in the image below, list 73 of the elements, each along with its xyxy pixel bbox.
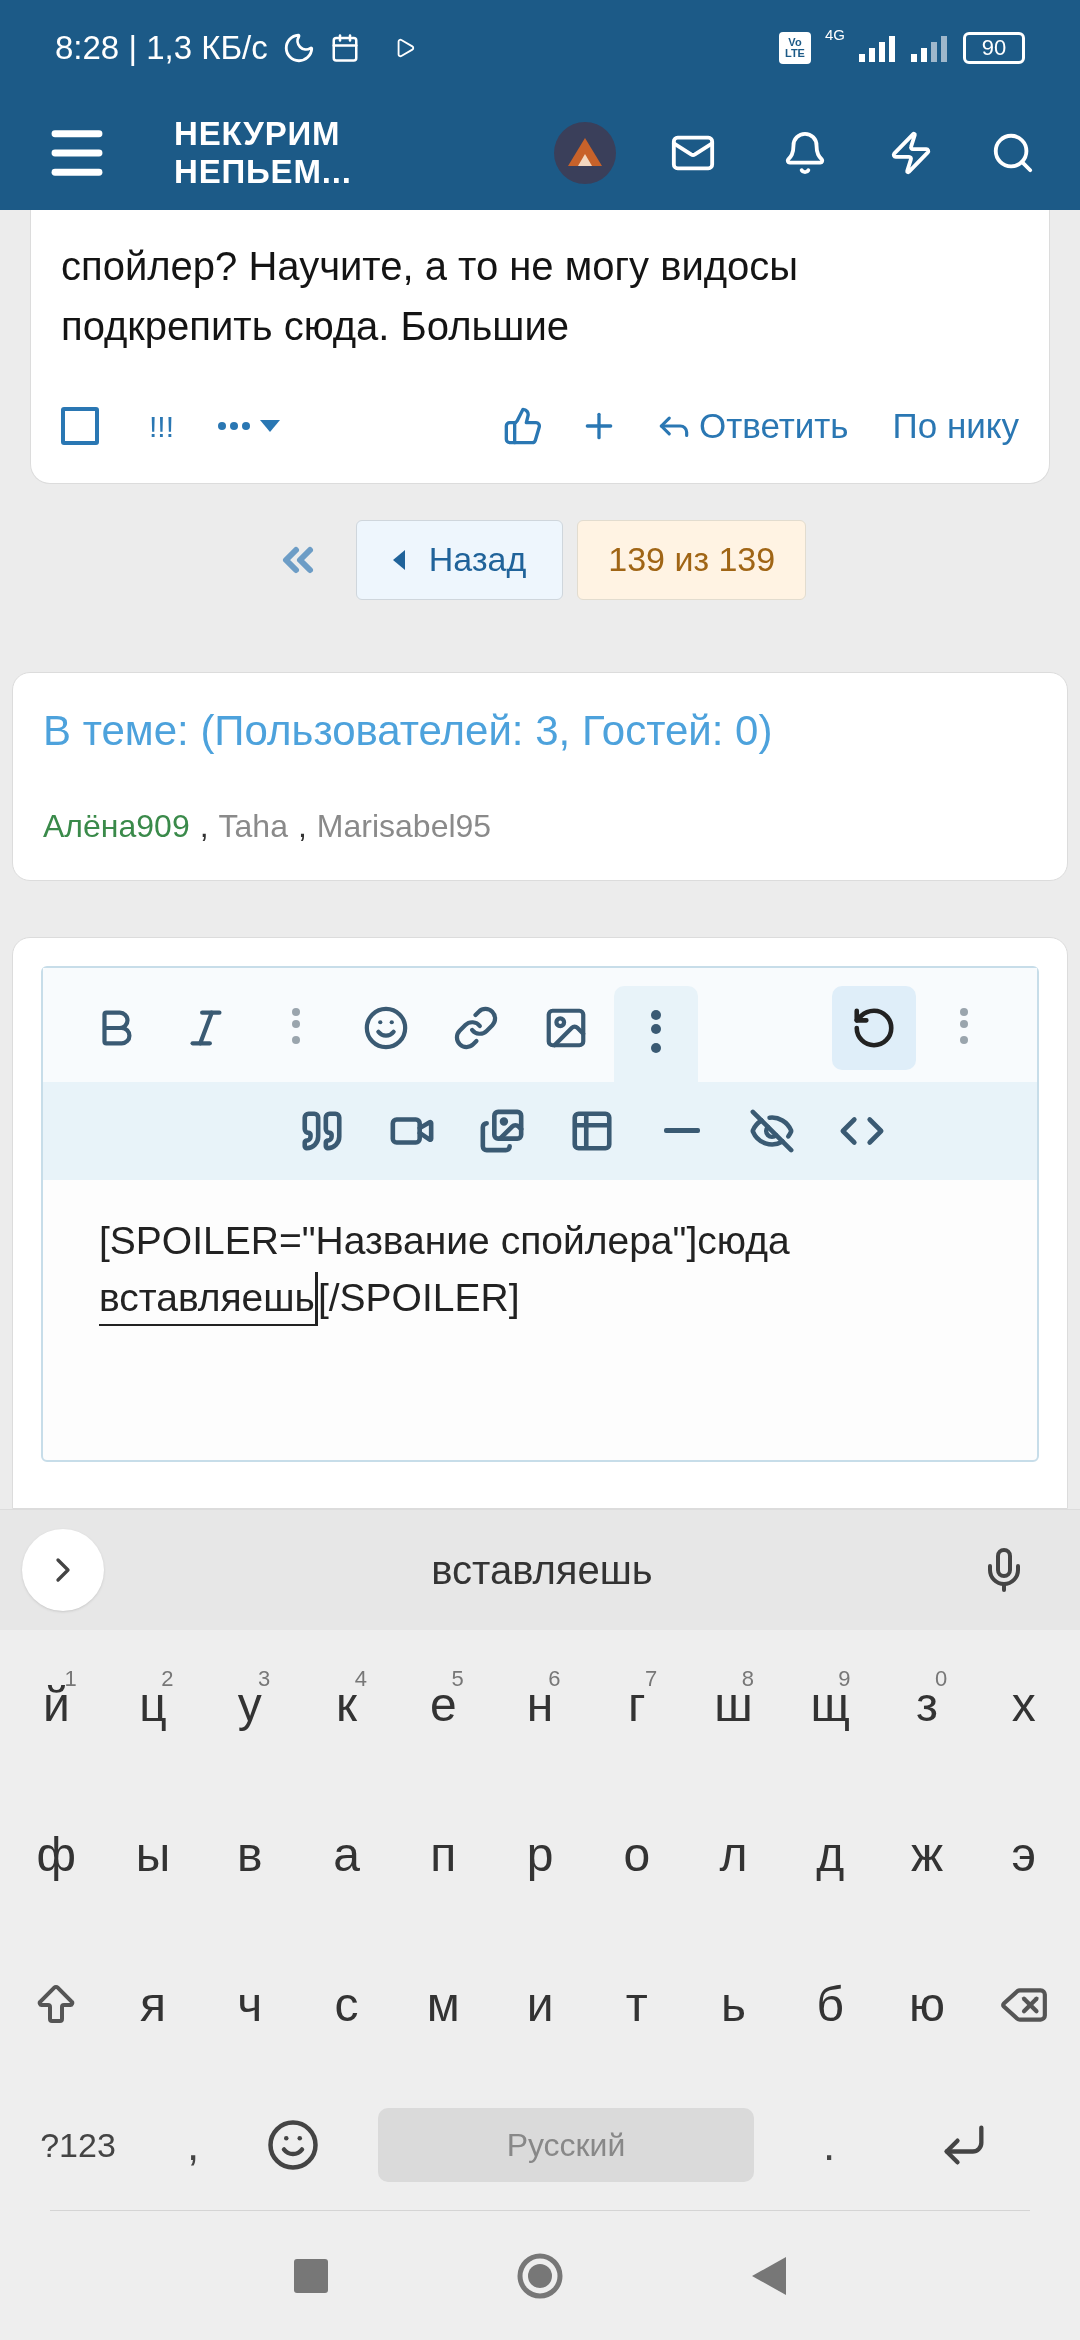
keyboard-key[interactable]: д bbox=[781, 1790, 879, 1920]
key-hint: 4 bbox=[354, 1665, 367, 1693]
keyboard-key[interactable]: ь bbox=[685, 1940, 782, 2070]
keyboard-key[interactable]: и bbox=[491, 1940, 589, 2070]
keyboard-key[interactable]: б bbox=[781, 1940, 879, 2070]
page-indicator: 139 из 139 bbox=[577, 519, 807, 600]
post-text-line: спойлер? Научите, а то не могу видосы bbox=[61, 243, 800, 290]
composing-word: вставляешь bbox=[99, 1271, 318, 1326]
recents-icon[interactable] bbox=[294, 2258, 328, 2293]
keyboard-key[interactable]: в bbox=[201, 1790, 299, 1920]
keyboard-key[interactable]: ж bbox=[878, 1790, 976, 1920]
site-logo[interactable]: НЕКУРИМ НЕПЬЕМ... bbox=[174, 115, 352, 191]
keyboard-key[interactable]: р bbox=[491, 1790, 589, 1920]
key-hint: 7 bbox=[644, 1665, 658, 1693]
keyboard-key[interactable]: ф bbox=[8, 1790, 105, 1920]
keyboard-key[interactable]: . bbox=[754, 2112, 904, 2178]
post-text-line: подкрепить сюда. Большие bbox=[61, 303, 571, 350]
battery-indicator: 90 bbox=[963, 32, 1025, 64]
avatar[interactable] bbox=[554, 122, 616, 184]
key-hint: 9 bbox=[838, 1665, 851, 1693]
keyboard-key[interactable]: я bbox=[104, 1940, 202, 2070]
keyboard-key[interactable]: м bbox=[394, 1940, 492, 2070]
keyboard-key[interactable]: х bbox=[975, 1640, 1073, 1770]
smile-icon bbox=[266, 2118, 320, 2172]
editor-text-line: [SPOILER="Название спойлера"]сюда bbox=[99, 1217, 791, 1264]
key-hint: 3 bbox=[257, 1665, 271, 1693]
link-icon bbox=[453, 1004, 499, 1051]
like-icon[interactable] bbox=[502, 406, 543, 447]
key-hint: 5 bbox=[451, 1665, 464, 1693]
keyboard-key[interactable]: э bbox=[975, 1790, 1073, 1920]
gallery-icon bbox=[479, 1107, 525, 1154]
reply-button[interactable]: Ответить bbox=[654, 400, 849, 453]
report-link[interactable]: !!! bbox=[149, 403, 174, 449]
symbols-key[interactable]: ?123 bbox=[8, 2119, 148, 2171]
checkbox[interactable] bbox=[61, 407, 99, 446]
key-hint: 1 bbox=[64, 1665, 77, 1691]
volte-icon: Vo LTE bbox=[779, 32, 811, 64]
list-separator: , bbox=[297, 806, 307, 846]
list-separator: , bbox=[199, 806, 209, 846]
keyboard-key[interactable]: л bbox=[685, 1790, 782, 1920]
key-hint: 0 bbox=[935, 1665, 948, 1693]
home-icon[interactable] bbox=[516, 2251, 564, 2300]
keyboard-key[interactable]: п bbox=[394, 1790, 492, 1920]
key-hint: 2 bbox=[161, 1665, 174, 1693]
keyboard-key[interactable]: ю bbox=[878, 1940, 976, 2070]
caret-icon bbox=[392, 549, 405, 570]
toolbar-button[interactable] bbox=[832, 985, 916, 1070]
eye-off-icon bbox=[749, 1107, 795, 1154]
signal-icon bbox=[859, 34, 897, 62]
quote-nick-button[interactable]: По нику bbox=[892, 400, 1019, 453]
keyboard-key[interactable]: , bbox=[148, 2112, 238, 2178]
caret-down-icon bbox=[260, 420, 280, 433]
more-horizontal-icon bbox=[218, 422, 250, 431]
editor-text: [/SPOILER] bbox=[317, 1274, 520, 1321]
keyboard-key[interactable]: а bbox=[298, 1790, 395, 1920]
back-icon[interactable] bbox=[752, 2256, 786, 2295]
keyboard-key[interactable]: т bbox=[588, 1940, 686, 2070]
online-users-title: В теме: (Пользователей: 3, Гостей: 0) bbox=[43, 705, 774, 756]
keyboard-key[interactable]: ч bbox=[201, 1940, 299, 2070]
keyboard-key[interactable]: с bbox=[298, 1940, 395, 2070]
keyboard-key[interactable]: о bbox=[588, 1790, 686, 1920]
toolbar-button[interactable] bbox=[614, 985, 698, 1082]
key-hint: 6 bbox=[548, 1665, 561, 1693]
user-link[interactable]: Алёна909 bbox=[43, 801, 190, 850]
keyboard-key[interactable]: ы bbox=[104, 1790, 202, 1920]
status-time: 8:28 | 1,3 КБ/с bbox=[55, 28, 268, 69]
back-button[interactable]: Назад bbox=[355, 519, 564, 600]
network-type: 4G bbox=[825, 25, 845, 45]
key-hint: 8 bbox=[741, 1665, 754, 1693]
signal-icon bbox=[911, 34, 949, 62]
calendar-icon bbox=[329, 33, 360, 63]
more-menu-button[interactable] bbox=[218, 420, 280, 433]
smile-icon bbox=[363, 1004, 409, 1051]
